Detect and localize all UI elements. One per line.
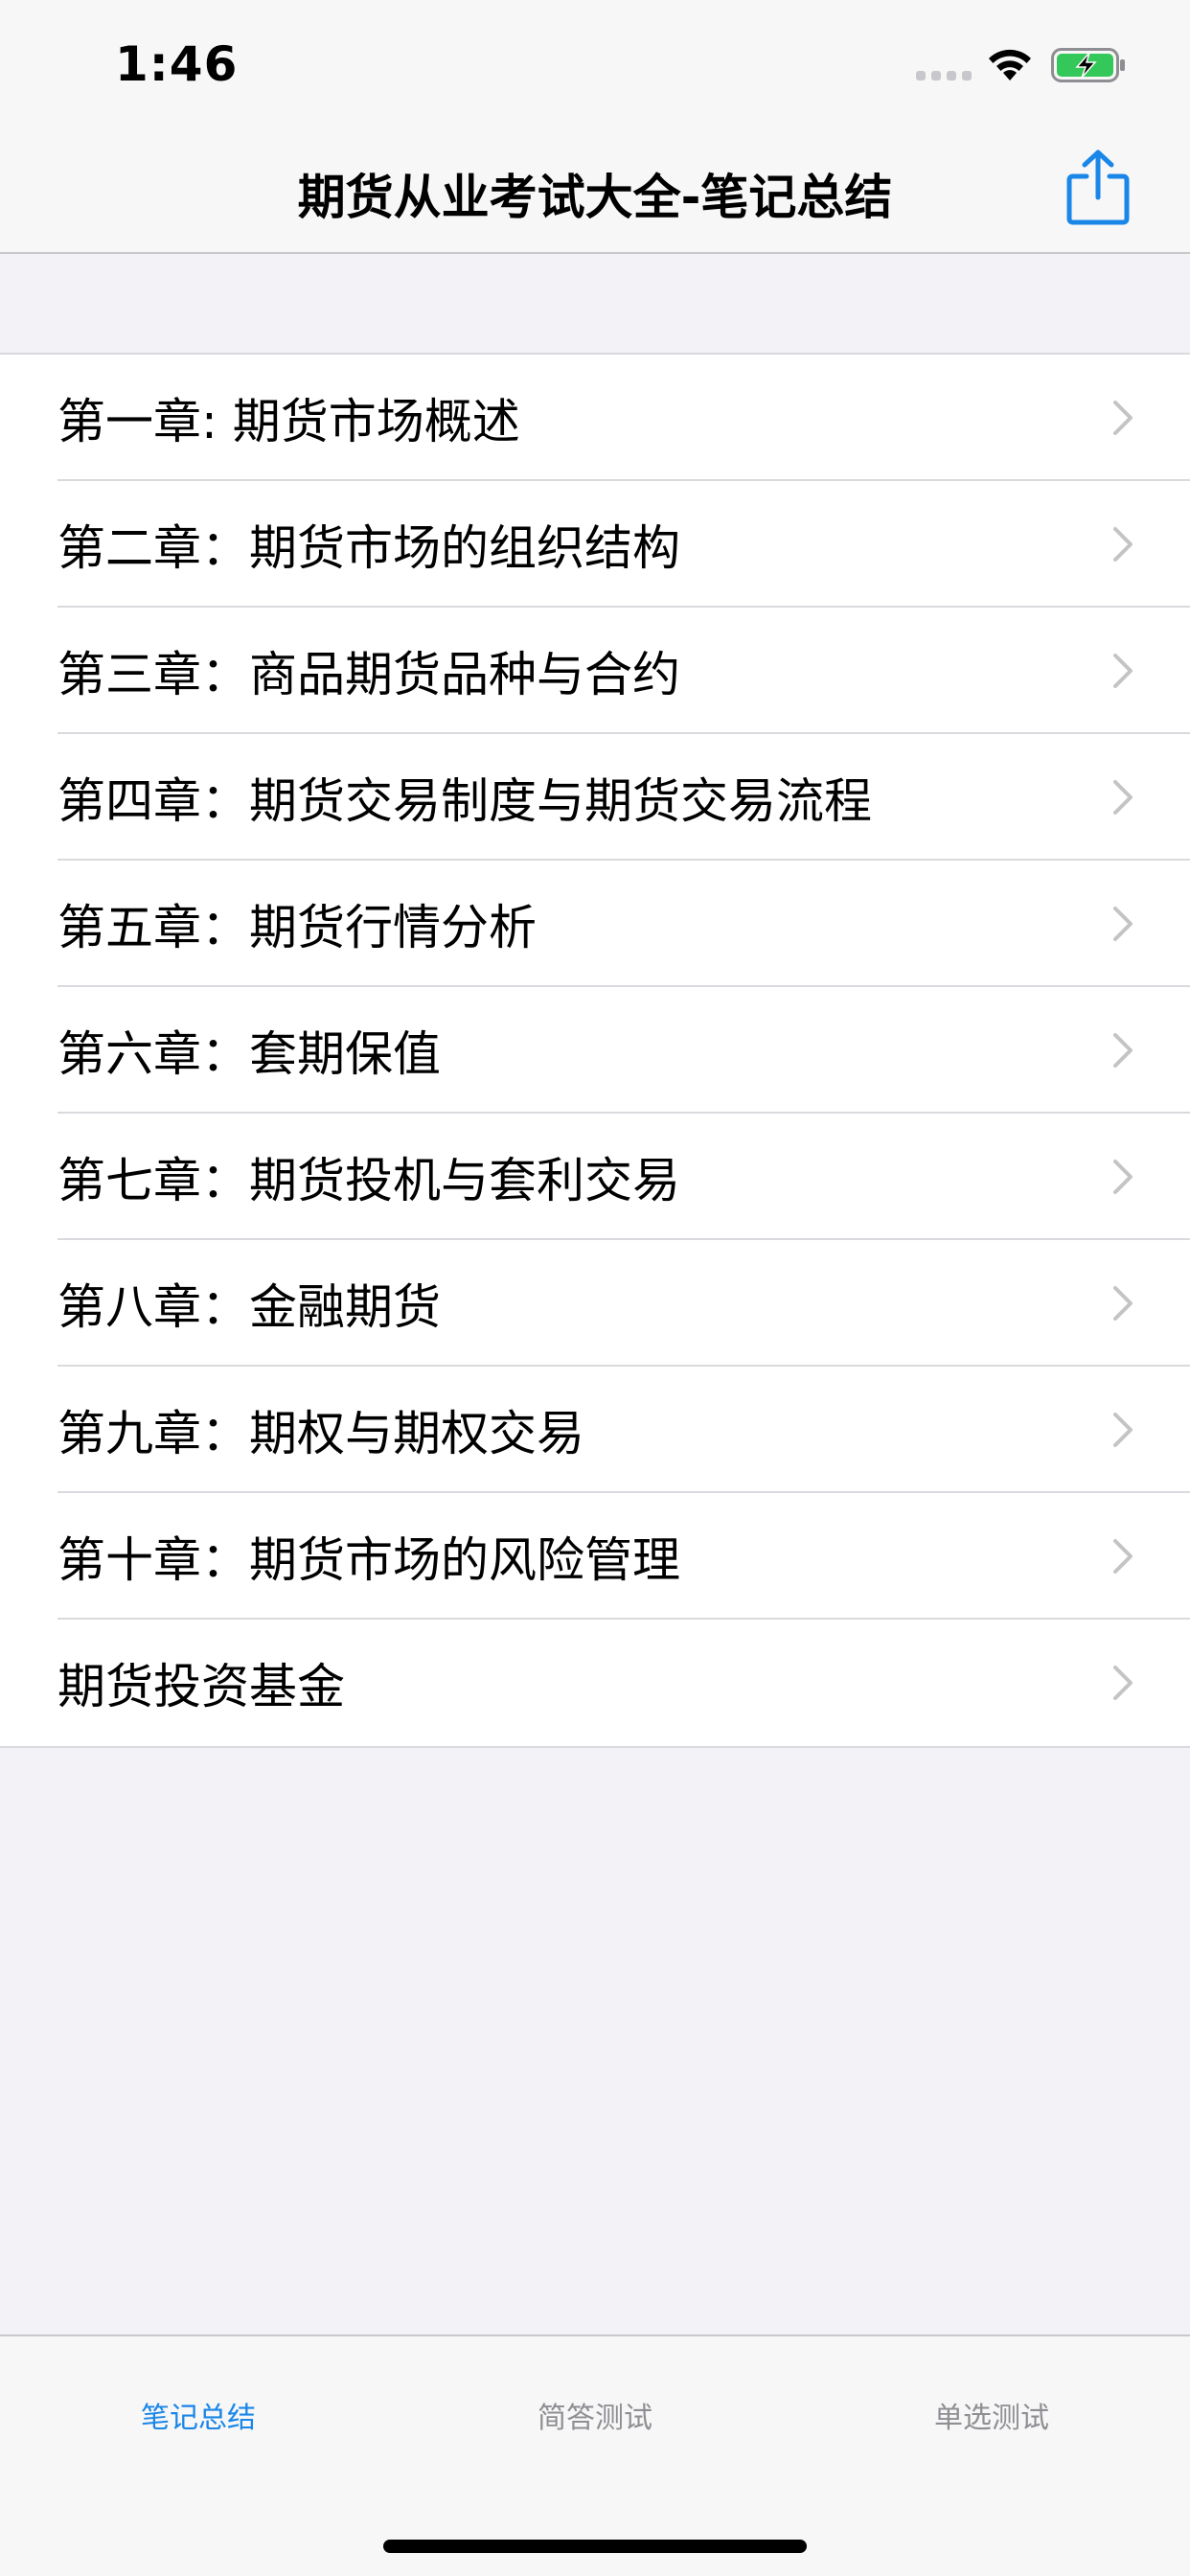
chevron-right-icon [1113,654,1133,688]
list-item-label: 期货投资基金 [57,1659,345,1714]
list-item-label: 第九章：期权与期权交易 [57,1406,584,1461]
screen: 1:46 期货从业考试大全-笔记总结 第一章: 期货市场概述 第二章：期货市场的… [0,0,1190,2576]
list-item[interactable]: 第七章：期货投机与套利交易 [0,1114,1190,1240]
home-indicator[interactable] [383,2540,807,2553]
chapter-list: 第一章: 期货市场概述 第二章：期货市场的组织结构 第三章：商品期货品种与合约 … [0,353,1190,1748]
wifi-icon [989,49,1031,80]
list-item[interactable]: 第六章：套期保值 [0,987,1190,1114]
chevron-right-icon [1113,907,1133,941]
share-icon[interactable] [1065,148,1131,226]
chevron-right-icon [1113,780,1133,815]
list-item-label: 第三章：商品期货品种与合约 [57,647,680,702]
chevron-right-icon [1113,1539,1133,1574]
list-item[interactable]: 第一章: 期货市场概述 [0,355,1190,481]
list-item[interactable]: 第五章：期货行情分析 [0,861,1190,987]
chevron-right-icon [1113,1033,1133,1068]
tab-single-choice-test[interactable]: 单选测试 [793,2394,1190,2436]
status-bar: 1:46 [0,0,1190,134]
list-item[interactable]: 第九章：期权与期权交易 [0,1367,1190,1493]
list-item-label: 第十章：期货市场的风险管理 [57,1532,680,1588]
battery-charging-icon [1051,48,1125,82]
page-title: 期货从业考试大全-笔记总结 [297,170,893,225]
chevron-right-icon [1113,1160,1133,1194]
list-item[interactable]: 第十章：期货市场的风险管理 [0,1493,1190,1620]
list-item[interactable]: 第三章：商品期货品种与合约 [0,608,1190,734]
list-item-label: 第一章: 期货市场概述 [57,394,520,449]
chevron-right-icon [1113,527,1133,562]
list-item-label: 第六章：套期保值 [57,1026,441,1082]
list-item-label: 第五章：期货行情分析 [57,900,537,955]
status-time: 1:46 [115,36,239,92]
chevron-right-icon [1113,1286,1133,1321]
navigation-bar: 期货从业考试大全-笔记总结 [0,134,1190,254]
list-item-label: 第四章：期货交易制度与期货交易流程 [57,773,872,829]
tab-short-answer-test[interactable]: 简答测试 [397,2394,793,2436]
list-item[interactable]: 第四章：期货交易制度与期货交易流程 [0,734,1190,861]
list-item-label: 第七章：期货投机与套利交易 [57,1153,680,1208]
list-item-label: 第二章：期货市场的组织结构 [57,520,680,576]
tab-notes-summary[interactable]: 笔记总结 [0,2394,397,2436]
list-item-label: 第八章：金融期货 [57,1279,441,1335]
chevron-right-icon [1113,401,1133,435]
cellular-signal-icon [916,71,972,80]
list-item[interactable]: 第二章：期货市场的组织结构 [0,481,1190,608]
chevron-right-icon [1113,1413,1133,1447]
chevron-right-icon [1113,1666,1133,1700]
list-item[interactable]: 第八章：金融期货 [0,1240,1190,1367]
list-item[interactable]: 期货投资基金 [0,1620,1190,1746]
